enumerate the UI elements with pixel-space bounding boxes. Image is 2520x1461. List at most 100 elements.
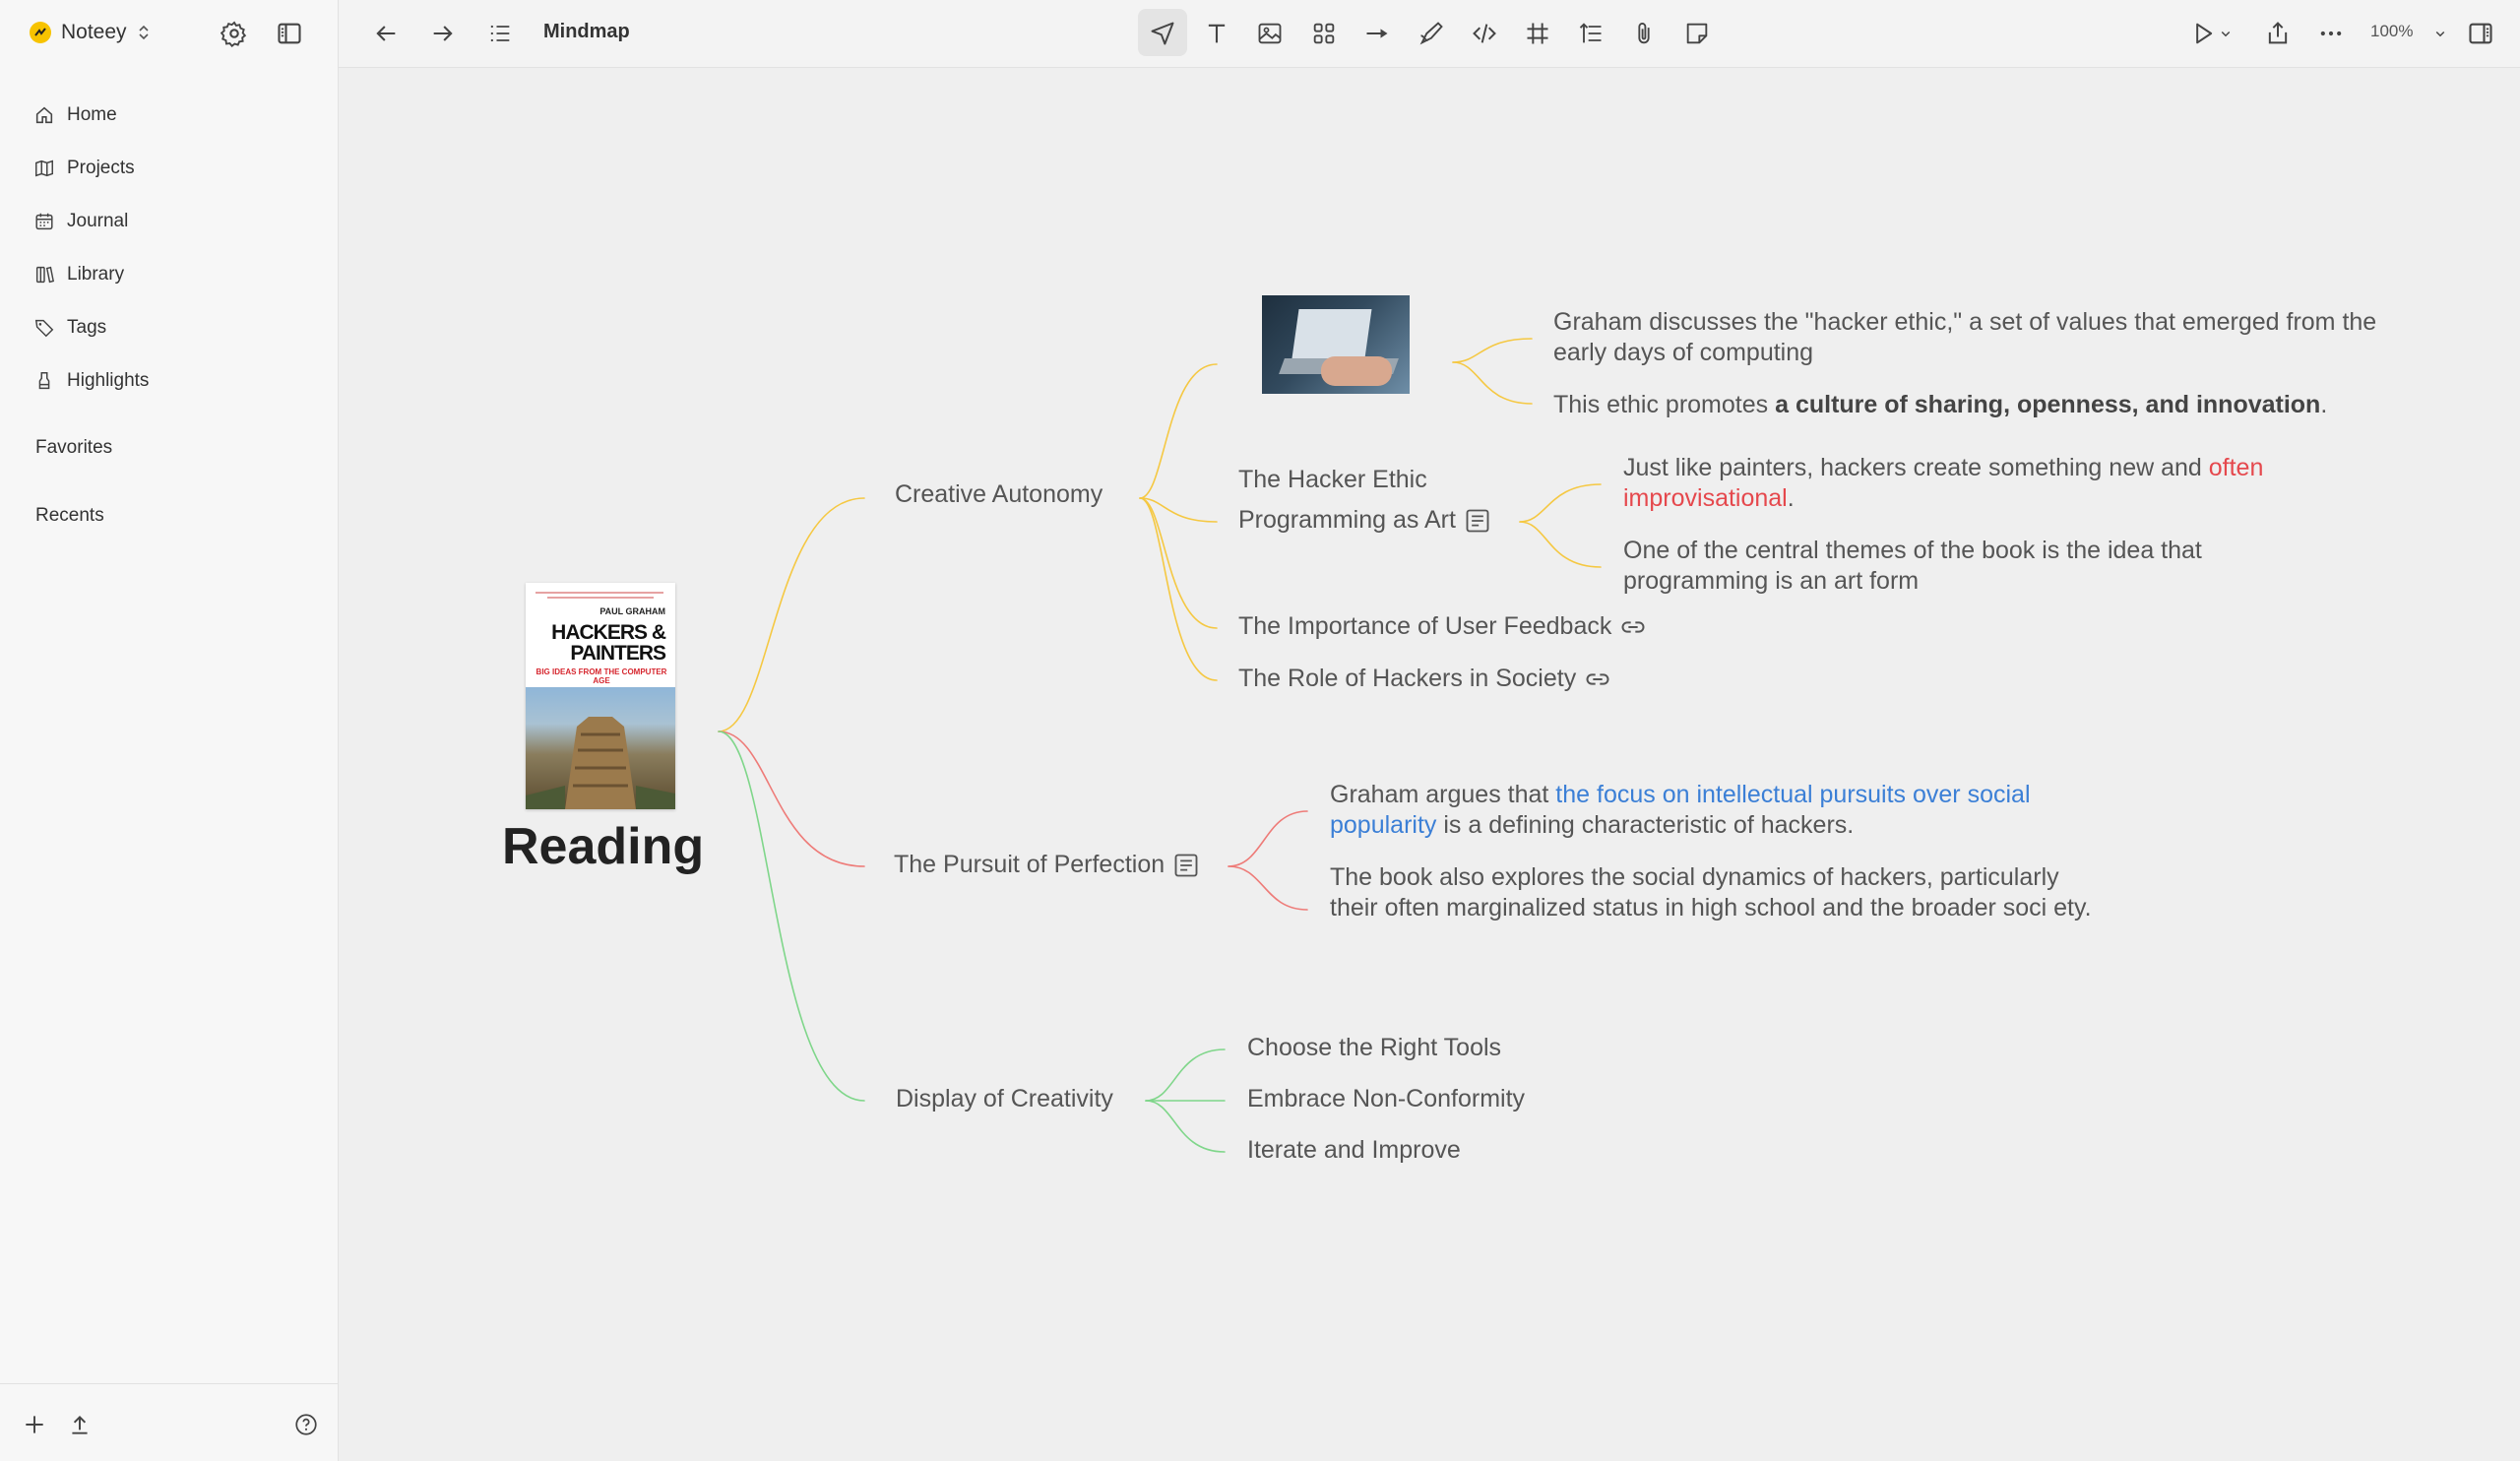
laptop-screen <box>1292 309 1372 358</box>
library-icon <box>35 266 55 284</box>
sidebar-nav: Home Projects Journal Library Tags Highl… <box>24 89 314 408</box>
mindmap-canvas[interactable]: PAUL GRAHAM HACKERS & PAINTERS BIG IDEAS … <box>339 67 2520 1461</box>
node-label: Programming as Art <box>1238 506 1456 534</box>
recents-section[interactable]: Recents <box>35 505 104 527</box>
note-doc-icon[interactable] <box>1464 507 1491 535</box>
zoom-level[interactable]: 100% <box>2370 22 2413 41</box>
highlighter-icon <box>38 372 50 390</box>
sidebar-item-tags[interactable]: Tags <box>24 301 314 354</box>
node-label: The Importance of User Feedback <box>1238 612 1612 640</box>
root-node-label[interactable]: Reading <box>502 817 704 876</box>
back-arrow-icon[interactable] <box>372 20 400 47</box>
share-export-icon[interactable] <box>2264 20 2292 47</box>
tower-illustration <box>526 717 675 809</box>
connector-arrow-icon[interactable] <box>1363 20 1391 47</box>
plus-icon[interactable] <box>22 1412 47 1437</box>
more-options-icon[interactable] <box>2317 20 2345 47</box>
forward-arrow-icon[interactable] <box>429 20 457 47</box>
toolbar: Mindmap 100% <box>339 0 2520 68</box>
note-pursuit-2[interactable]: The book also explores the social dynami… <box>1330 862 2108 923</box>
note-programming-art-2[interactable]: One of the central themes of the book is… <box>1623 536 2312 597</box>
node-label: The Hacker Ethic <box>1238 466 1427 493</box>
note-text: Graham argues that <box>1330 781 1556 808</box>
page-title: Mindmap <box>543 21 630 42</box>
node-embrace-non-conformity[interactable]: Embrace Non-Conformity <box>1247 1085 1525 1113</box>
favorites-section[interactable]: Favorites <box>35 437 112 459</box>
frame-tool-icon[interactable] <box>1524 20 1551 47</box>
sidebar-item-journal[interactable]: Journal <box>24 195 314 248</box>
sidebar-footer <box>0 1383 338 1461</box>
link-icon[interactable] <box>1584 666 1611 693</box>
node-iterate-and-improve[interactable]: Iterate and Improve <box>1247 1136 1461 1165</box>
cover-blurb-lines <box>536 592 663 599</box>
connector-display-1 <box>1145 1048 1226 1102</box>
zoom-chevron-icon[interactable] <box>2431 20 2449 47</box>
connector-pursuit-note2 <box>1228 865 1308 911</box>
sidebar-item-label: Projects <box>67 158 135 178</box>
connector-pursuit <box>718 730 865 867</box>
connector-art-note2 <box>1519 521 1602 568</box>
note-text: This ethic promotes <box>1553 391 1776 418</box>
node-display-of-creativity[interactable]: Display of Creativity <box>896 1085 1113 1113</box>
home-icon <box>35 106 53 124</box>
text-tool-icon[interactable] <box>1203 20 1230 47</box>
tag-icon <box>34 319 54 338</box>
connector-art-note1 <box>1519 483 1602 523</box>
book-author: PAUL GRAHAM <box>599 606 665 616</box>
connector-ethic-note1 <box>1452 338 1533 363</box>
node-label: Creative Autonomy <box>895 480 1103 508</box>
attachment-icon[interactable] <box>1630 20 1658 47</box>
node-pursuit-of-perfection[interactable]: The Pursuit of Perfection <box>894 851 1200 879</box>
image-tool-icon[interactable] <box>1256 20 1284 47</box>
sidebar-item-highlights[interactable]: Highlights <box>24 354 314 408</box>
laptop-photo[interactable] <box>1262 295 1410 394</box>
note-hacker-ethic-2[interactable]: This ethic promotes a culture of sharing… <box>1553 390 2439 420</box>
workspace-switcher[interactable]: Noteey <box>30 21 151 44</box>
play-icon[interactable] <box>2189 20 2217 47</box>
node-label: Embrace Non-Conformity <box>1247 1085 1526 1112</box>
workspace-name: Noteey <box>61 21 127 43</box>
note-hacker-ethic-1[interactable]: Graham discusses the "hacker ethic," a s… <box>1553 307 2380 368</box>
connector-pursuit-note1 <box>1228 810 1308 867</box>
node-label: The Pursuit of Perfection <box>894 851 1166 878</box>
note-text: Just like painters, hackers create somet… <box>1623 454 2209 481</box>
sidebar-item-label: Highlights <box>67 370 150 391</box>
node-label: Choose the Right Tools <box>1247 1034 1502 1061</box>
node-role-of-hackers[interactable]: The Role of Hackers in Society <box>1238 665 1611 693</box>
list-indent-icon[interactable] <box>1577 20 1605 47</box>
sidebar-item-label: Tags <box>67 317 107 338</box>
import-icon[interactable] <box>67 1412 93 1437</box>
node-creative-autonomy[interactable]: Creative Autonomy <box>895 480 1102 509</box>
node-choose-right-tools[interactable]: Choose the Right Tools <box>1247 1034 1501 1062</box>
note-pursuit-1[interactable]: Graham argues that the focus on intellec… <box>1330 780 2088 841</box>
note-text-end: . <box>1787 484 1795 512</box>
calendar-icon <box>35 213 53 230</box>
gear-icon[interactable] <box>220 20 248 47</box>
sidebar-toggle-icon[interactable] <box>276 20 303 47</box>
book-title-line2: PAINTERS <box>570 642 666 665</box>
connector-display <box>718 730 865 1102</box>
sticky-note-icon[interactable] <box>1683 20 1711 47</box>
note-doc-icon[interactable] <box>1172 852 1200 879</box>
help-icon[interactable] <box>293 1412 319 1437</box>
connector-ethic-note2 <box>1452 361 1533 405</box>
components-tool-icon[interactable] <box>1310 20 1338 47</box>
connector-hacker-ethic <box>1139 363 1218 499</box>
link-icon[interactable] <box>1619 613 1647 641</box>
book-cover-image[interactable]: PAUL GRAHAM HACKERS & PAINTERS BIG IDEAS … <box>526 583 675 809</box>
sidebar-item-label: Library <box>67 264 125 285</box>
sidebar-item-library[interactable]: Library <box>24 248 314 301</box>
node-hacker-ethic[interactable]: The Hacker Ethic <box>1238 466 1427 494</box>
play-options-chevron-icon[interactable] <box>2217 20 2235 47</box>
book-subtitle: BIG IDEAS FROM THE COMPUTER AGE <box>536 667 667 685</box>
node-programming-as-art[interactable]: Programming as Art <box>1238 506 1491 535</box>
outline-list-icon[interactable] <box>486 20 514 47</box>
note-programming-art-1[interactable]: Just like painters, hackers create somet… <box>1623 453 2342 514</box>
right-panel-toggle-icon[interactable] <box>2467 20 2494 47</box>
code-tool-icon[interactable] <box>1471 20 1498 47</box>
select-pointer-icon[interactable] <box>1149 20 1176 47</box>
pen-tool-icon[interactable] <box>1418 20 1445 47</box>
sidebar-item-home[interactable]: Home <box>24 89 314 142</box>
node-user-feedback[interactable]: The Importance of User Feedback <box>1238 612 1647 641</box>
sidebar-item-projects[interactable]: Projects <box>24 142 314 195</box>
